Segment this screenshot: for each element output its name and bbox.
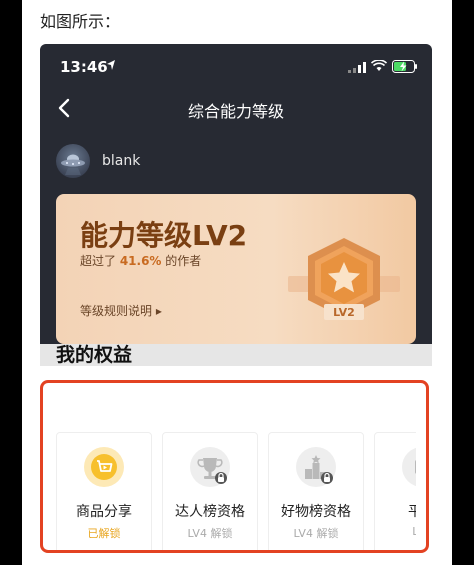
wifi-icon — [371, 60, 387, 71]
status-time: 13:46 — [60, 58, 108, 76]
username: blank — [102, 153, 141, 169]
left-black-border — [0, 0, 22, 565]
battery-charging-icon — [392, 60, 417, 73]
user-row: blank — [56, 144, 356, 180]
beat-percent: 41.6% — [119, 254, 162, 268]
beat-text: 超过了 41.6% 的作者 — [80, 252, 201, 269]
level-badge-icon: LV2 — [288, 238, 400, 320]
status-bar: 13:46 — [40, 44, 432, 88]
nav-bar: 综合能力等级 — [40, 88, 432, 128]
level-title: 能力等级LV2 — [80, 219, 248, 252]
beat-suffix: 的作者 — [161, 254, 202, 268]
avatar[interactable] — [56, 144, 90, 178]
intro-text: 如图所示： — [40, 12, 121, 31]
ufo-avatar-icon — [61, 154, 85, 175]
right-black-border — [452, 0, 474, 565]
level-card: 能力等级LV2 超过了 41.6% 的作者 等级规则说明 ▸ LV2 — [56, 194, 416, 344]
level-rules-link[interactable]: 等级规则说明 ▸ — [80, 302, 162, 319]
beat-prefix: 超过了 — [80, 254, 120, 268]
cell-signal-icon — [348, 62, 366, 73]
location-arrow-icon — [107, 60, 115, 70]
page-title: 综合能力等级 — [187, 102, 284, 121]
benefits-title: 我的权益 — [56, 344, 133, 366]
highlight-box — [40, 380, 429, 553]
badge-label: LV2 — [333, 306, 355, 319]
